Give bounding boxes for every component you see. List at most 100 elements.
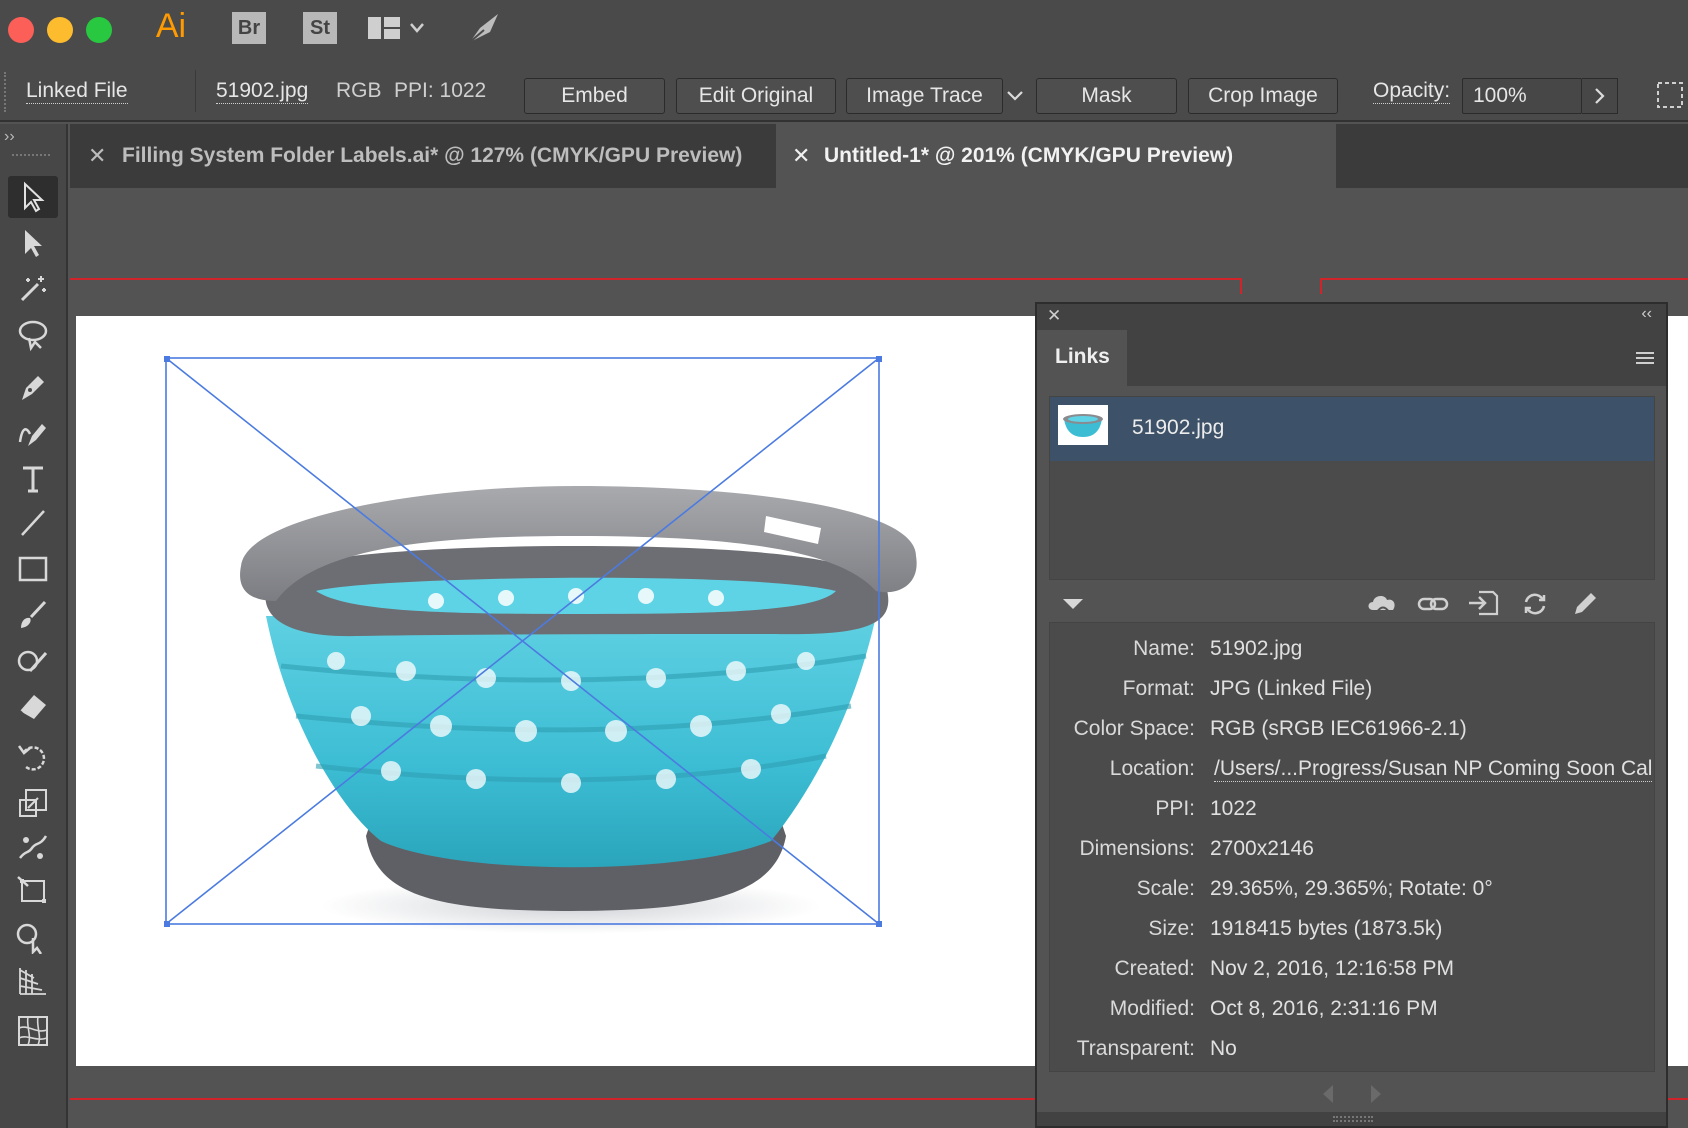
links-list: 51902.jpg xyxy=(1049,396,1655,580)
selection-bounding-box[interactable] xyxy=(164,356,884,930)
free-transform-tool-icon[interactable] xyxy=(8,870,58,912)
opacity-expand-button[interactable] xyxy=(1582,78,1618,114)
eraser-tool-icon[interactable] xyxy=(8,684,58,726)
ppi-label: PPI: 1022 xyxy=(394,79,487,102)
selection-tool-icon[interactable] xyxy=(8,176,58,218)
pen-tool-icon[interactable] xyxy=(8,366,58,408)
info-row-color-space: Color Space: RGB (sRGB IEC61966-2.1) xyxy=(1050,717,1650,757)
magic-wand-tool-icon[interactable] xyxy=(8,268,58,310)
direct-selection-tool-icon[interactable] xyxy=(8,222,58,264)
info-row-modified: Modified: Oct 8, 2016, 2:31:16 PM xyxy=(1050,997,1650,1037)
chevron-down-icon[interactable] xyxy=(1004,88,1026,109)
info-row-dimensions: Dimensions: 2700x2146 xyxy=(1050,837,1650,877)
app-title-bar: Ai Br St xyxy=(0,0,1688,58)
paintbrush-tool-icon[interactable] xyxy=(8,594,58,636)
color-mode-label: RGB xyxy=(336,79,382,102)
info-value: 51902.jpg xyxy=(1210,637,1303,660)
links-panel: ✕ ‹‹ Links 51902.jpg Name: 51902.jpg For… xyxy=(1035,302,1668,1128)
list-item[interactable]: 51902.jpg xyxy=(1050,397,1654,461)
stock-button[interactable]: St xyxy=(303,12,337,44)
info-label: Location: xyxy=(1109,757,1195,780)
puppet-warp-tool-icon[interactable] xyxy=(8,826,58,868)
info-value: 2700x2146 xyxy=(1210,837,1314,860)
rectangle-tool-icon[interactable] xyxy=(8,548,58,590)
info-label: Created: xyxy=(1114,957,1195,980)
go-to-link-icon[interactable] xyxy=(1467,588,1499,623)
curvature-tool-icon[interactable] xyxy=(8,412,58,454)
type-tool-icon[interactable] xyxy=(8,458,58,500)
location-link[interactable]: /Users/...Progress/Susan NP Coming Soon … xyxy=(1214,757,1652,782)
document-tab-active[interactable]: ✕ Untitled-1* @ 201% (CMYK/GPU Preview) xyxy=(776,124,1336,188)
close-icon[interactable]: ✕ xyxy=(88,124,106,188)
info-label: Format: xyxy=(1122,677,1195,700)
info-value: No xyxy=(1210,1037,1237,1060)
info-row-transparent: Transparent: No xyxy=(1050,1037,1650,1077)
collapse-panel-icon[interactable]: ‹‹ xyxy=(1641,305,1652,323)
info-label: Color Space: xyxy=(1073,717,1195,740)
illustrator-logo: Ai xyxy=(155,7,187,45)
info-row-name: Name: 51902.jpg xyxy=(1050,637,1650,677)
linked-filename-link[interactable]: 51902.jpg xyxy=(216,79,309,104)
info-row-scale: Scale: 29.365%, 29.365%; Rotate: 0° xyxy=(1050,877,1650,917)
tab-links[interactable]: Links xyxy=(1037,330,1127,386)
transform-reference-icon[interactable] xyxy=(1654,78,1686,117)
shape-builder-tool-icon[interactable] xyxy=(8,916,58,958)
maximize-window-button[interactable] xyxy=(86,17,112,43)
info-label: Size: xyxy=(1148,917,1195,940)
scale-tool-icon[interactable] xyxy=(8,782,58,824)
lasso-tool-icon[interactable] xyxy=(8,314,58,356)
info-value: Nov 2, 2016, 12:16:58 PM xyxy=(1210,957,1454,980)
info-label: Scale: xyxy=(1136,877,1195,900)
info-label: Modified: xyxy=(1109,997,1195,1020)
bridge-button[interactable]: Br xyxy=(232,12,266,44)
relink-from-cc-icon[interactable] xyxy=(1365,590,1403,621)
edit-original-button[interactable]: Edit Original xyxy=(676,78,836,114)
info-row-ppi: PPI: 1022 xyxy=(1050,797,1650,837)
panel-header: ✕ ‹‹ xyxy=(1037,304,1666,330)
panel-menu-icon[interactable] xyxy=(1634,350,1656,371)
opacity-input[interactable]: 100% xyxy=(1462,78,1582,114)
close-window-button[interactable] xyxy=(8,17,34,43)
next-link-icon[interactable] xyxy=(1367,1082,1385,1111)
minimize-window-button[interactable] xyxy=(47,17,73,43)
previous-link-icon[interactable] xyxy=(1319,1082,1337,1111)
info-value: 29.365%, 29.365%; Rotate: 0° xyxy=(1210,877,1493,900)
image-trace-button[interactable]: Image Trace xyxy=(846,78,1003,114)
close-icon[interactable]: ✕ xyxy=(1047,306,1061,326)
control-bar: Linked File 51902.jpg RGB PPI: 1022 Embe… xyxy=(0,58,1688,122)
info-label: Name: xyxy=(1133,637,1195,660)
info-label: Dimensions: xyxy=(1079,837,1195,860)
shaper-tool-icon[interactable] xyxy=(8,640,58,682)
workspace-layout-icon[interactable] xyxy=(366,14,426,49)
info-value: RGB (sRGB IEC61966-2.1) xyxy=(1210,717,1467,740)
perspective-grid-tool-icon[interactable] xyxy=(8,960,58,1002)
link-info-section: Name: 51902.jpg Format: JPG (Linked File) … xyxy=(1049,622,1655,1072)
rotate-tool-icon[interactable] xyxy=(8,736,58,778)
info-label: PPI: xyxy=(1155,797,1195,820)
panel-title: Links xyxy=(1055,345,1110,368)
mesh-tool-icon[interactable] xyxy=(8,1010,58,1052)
opacity-label[interactable]: Opacity: xyxy=(1373,79,1451,104)
relink-icon[interactable] xyxy=(1417,592,1449,621)
document-tab-label: Filling System Folder Labels.ai* @ 127% … xyxy=(122,144,743,167)
grip-handle[interactable] xyxy=(12,154,50,158)
document-tab[interactable]: ✕ Filling System Folder Labels.ai* @ 127… xyxy=(70,124,774,188)
info-value: 1022 xyxy=(1210,797,1257,820)
panel-resize-grip[interactable] xyxy=(1037,1112,1666,1126)
line-segment-tool-icon[interactable] xyxy=(8,502,58,544)
grip-handle[interactable] xyxy=(4,72,8,112)
update-link-icon[interactable] xyxy=(1521,590,1549,623)
show-link-info-toggle[interactable] xyxy=(1061,596,1085,617)
collapse-panel-icon[interactable]: ›› xyxy=(4,128,15,146)
info-row-created: Created: Nov 2, 2016, 12:16:58 PM xyxy=(1050,957,1650,997)
document-tab-label: Untitled-1* @ 201% (CMYK/GPU Preview) xyxy=(824,144,1234,167)
close-icon[interactable]: ✕ xyxy=(792,124,810,188)
crop-image-button[interactable]: Crop Image xyxy=(1188,78,1338,114)
edit-original-icon[interactable] xyxy=(1571,590,1599,623)
gpu-performance-icon[interactable] xyxy=(464,10,504,51)
linked-file-link[interactable]: Linked File xyxy=(26,79,128,104)
mask-button[interactable]: Mask xyxy=(1036,78,1177,114)
document-tab-bar: ✕ Filling System Folder Labels.ai* @ 127… xyxy=(70,124,1688,188)
link-name: 51902.jpg xyxy=(1132,416,1225,439)
embed-button[interactable]: Embed xyxy=(524,78,665,114)
